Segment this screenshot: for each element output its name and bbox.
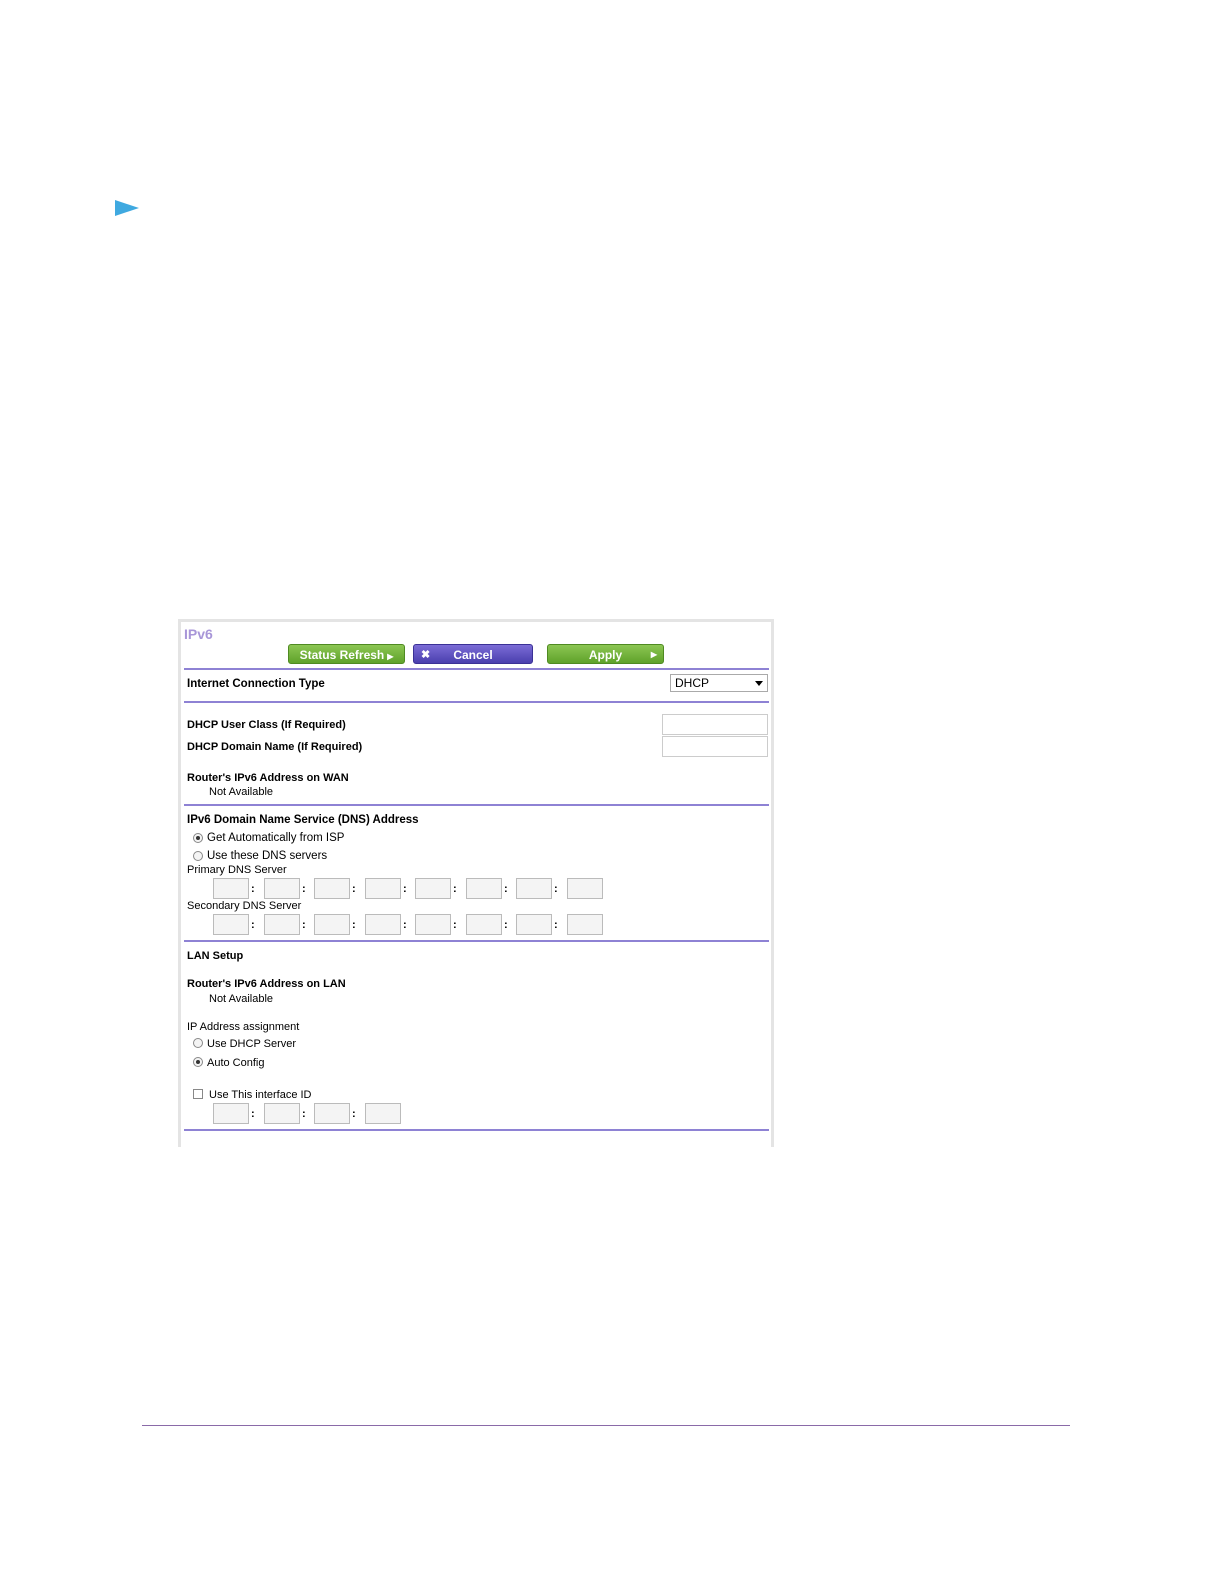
wan-address-label: Router's IPv6 Address on WAN	[187, 772, 349, 784]
interface-id-segment[interactable]	[314, 1103, 350, 1124]
secondary-dns-segment[interactable]	[466, 914, 502, 935]
ipv6-settings-panel: IPv6 Status Refresh ▶ ✖ Cancel Apply ▶ In…	[178, 619, 774, 1147]
dns-auto-radio[interactable]	[193, 833, 203, 843]
divider	[184, 668, 769, 670]
lan-address-value: Not Available	[209, 993, 274, 1005]
colon-separator: :	[453, 883, 457, 895]
use-dhcp-server-radio[interactable]	[193, 1038, 203, 1048]
status-refresh-button[interactable]: Status Refresh ▶	[288, 644, 405, 664]
colon-separator: :	[352, 883, 356, 895]
primary-dns-segment[interactable]	[415, 878, 451, 899]
colon-separator: :	[554, 883, 558, 895]
colon-separator: :	[352, 1108, 356, 1120]
x-icon: ✖	[421, 649, 431, 661]
lan-address-label: Router's IPv6 Address on LAN	[187, 978, 346, 990]
dhcp-domain-name-label: DHCP Domain Name (If Required)	[187, 741, 363, 753]
use-dhcp-server-label: Use DHCP Server	[207, 1038, 297, 1050]
colon-separator: :	[403, 883, 407, 895]
colon-separator: :	[554, 919, 558, 931]
secondary-dns-segment[interactable]	[365, 914, 401, 935]
colon-separator: :	[302, 1108, 306, 1120]
ip-assignment-label: IP Address assignment	[187, 1021, 300, 1033]
primary-dns-label: Primary DNS Server	[187, 864, 287, 876]
interface-id-segment[interactable]	[213, 1103, 249, 1124]
apply-label: Apply	[588, 648, 623, 662]
dhcp-domain-name-input[interactable]	[662, 736, 768, 757]
cancel-label: Cancel	[453, 648, 493, 662]
divider	[184, 1129, 769, 1131]
dns-manual-radio[interactable]	[193, 851, 203, 861]
divider	[184, 804, 769, 806]
secondary-dns-label: Secondary DNS Server	[187, 900, 302, 912]
primary-dns-segment[interactable]	[466, 878, 502, 899]
panel-title: IPv6	[184, 626, 213, 642]
play-icon: ▶	[650, 650, 657, 659]
interface-id-segment[interactable]	[365, 1103, 401, 1124]
primary-dns-segment[interactable]	[516, 878, 552, 899]
auto-config-label: Auto Config	[207, 1057, 265, 1069]
colon-separator: :	[251, 883, 255, 895]
play-icon: ▶	[387, 652, 394, 661]
use-interface-id-label: Use This interface ID	[209, 1089, 312, 1101]
dns-manual-label: Use these DNS servers	[207, 850, 328, 862]
secondary-dns-segment[interactable]	[567, 914, 603, 935]
interface-id-segment[interactable]	[264, 1103, 300, 1124]
colon-separator: :	[302, 919, 306, 931]
connection-type-label: Internet Connection Type	[187, 678, 325, 690]
colon-separator: :	[504, 883, 508, 895]
divider	[184, 701, 769, 703]
colon-separator: :	[352, 919, 356, 931]
colon-separator: :	[453, 919, 457, 931]
cancel-button[interactable]: ✖ Cancel	[413, 644, 533, 664]
chevron-down-icon	[755, 681, 763, 686]
colon-separator: :	[251, 919, 255, 931]
primary-dns-segment[interactable]	[365, 878, 401, 899]
use-interface-id-checkbox[interactable]	[193, 1089, 203, 1099]
colon-separator: :	[302, 883, 306, 895]
primary-dns-segment[interactable]	[213, 878, 249, 899]
dns-heading: IPv6 Domain Name Service (DNS) Address	[187, 814, 419, 826]
connection-type-value: DHCP	[675, 676, 710, 690]
secondary-dns-segment[interactable]	[516, 914, 552, 935]
step-arrow-icon	[115, 200, 139, 216]
status-refresh-label: Status Refresh	[299, 648, 385, 662]
colon-separator: :	[251, 1108, 255, 1120]
secondary-dns-segment[interactable]	[415, 914, 451, 935]
secondary-dns-segment[interactable]	[314, 914, 350, 935]
colon-separator: :	[504, 919, 508, 931]
connection-type-select[interactable]: DHCP	[670, 674, 768, 692]
primary-dns-segment[interactable]	[264, 878, 300, 899]
colon-separator: :	[403, 919, 407, 931]
primary-dns-segment[interactable]	[314, 878, 350, 899]
dhcp-user-class-label: DHCP User Class (If Required)	[187, 719, 346, 731]
divider	[184, 940, 769, 942]
dhcp-user-class-input[interactable]	[662, 714, 768, 735]
wan-address-value: Not Available	[209, 786, 274, 798]
apply-button[interactable]: Apply ▶	[547, 644, 664, 664]
secondary-dns-segment[interactable]	[264, 914, 300, 935]
secondary-dns-segment[interactable]	[213, 914, 249, 935]
footer-divider	[142, 1425, 1070, 1426]
lan-setup-heading: LAN Setup	[187, 950, 244, 962]
auto-config-radio[interactable]	[193, 1057, 203, 1067]
primary-dns-segment[interactable]	[567, 878, 603, 899]
dns-auto-label: Get Automatically from ISP	[207, 832, 345, 844]
